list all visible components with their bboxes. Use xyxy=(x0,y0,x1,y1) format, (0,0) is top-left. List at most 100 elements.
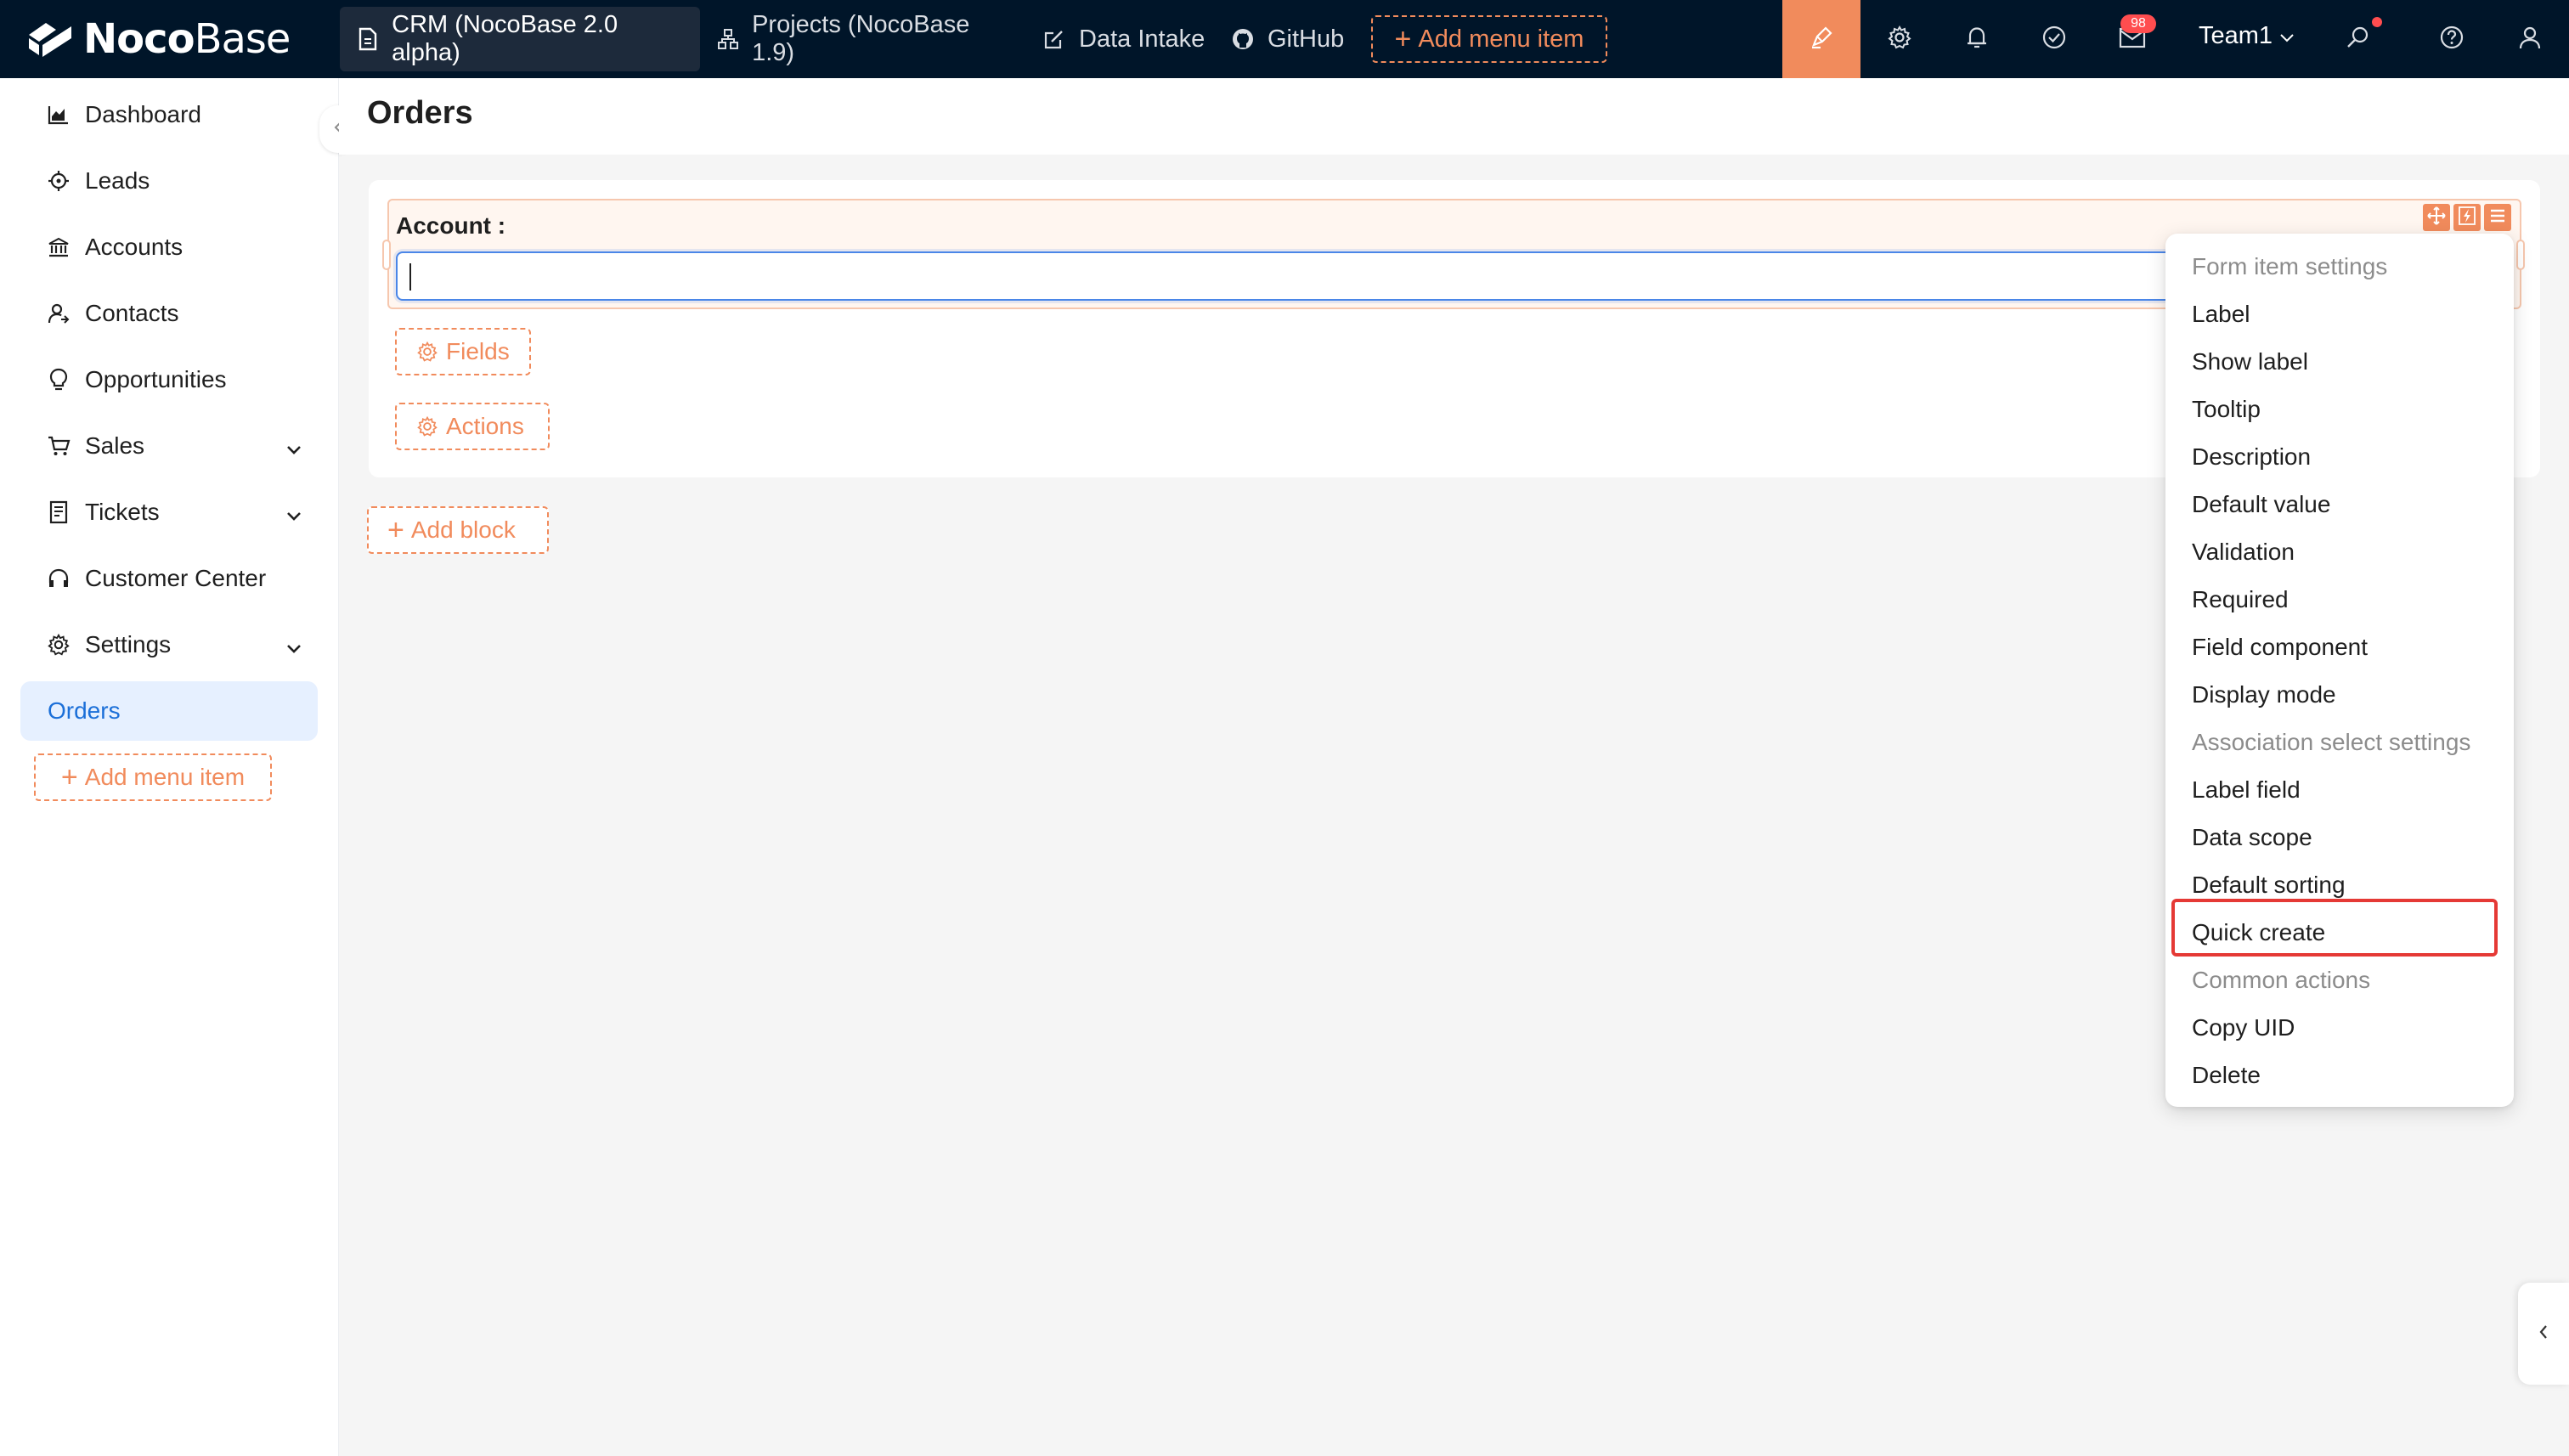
nocobase-logo-icon xyxy=(25,18,75,60)
nocobase-logo[interactable]: NocoBase xyxy=(25,15,291,63)
item-settings-button[interactable] xyxy=(2484,204,2511,231)
sidebar-item-settings[interactable]: Settings xyxy=(20,615,318,674)
plus-icon: + xyxy=(60,761,78,793)
menu-item-show-label[interactable]: Show label xyxy=(2192,345,2308,379)
actions-configure-button[interactable]: Actions xyxy=(395,403,550,450)
chevron-down-icon xyxy=(285,634,302,661)
edit-icon xyxy=(1042,26,1067,52)
linkage-rules-button[interactable] xyxy=(2453,204,2481,231)
sidebar-add-menu-item-label: Add menu item xyxy=(84,764,246,790)
topnav-item-label: Data Intake xyxy=(1079,25,1205,53)
menu-group-association-select-settings: Association select settings xyxy=(2192,729,2471,755)
form-field-label: Account : xyxy=(396,212,506,239)
drag-button[interactable] xyxy=(2423,204,2450,231)
menu-item-tooltip[interactable]: Tooltip xyxy=(2192,392,2261,426)
sidebar-item-label: Dashboard xyxy=(85,101,201,127)
floating-panel-toggle[interactable] xyxy=(2518,1283,2569,1385)
tasks-button[interactable] xyxy=(2034,19,2075,59)
sidebar-add-menu-item-button[interactable]: + Add menu item xyxy=(34,753,272,801)
sidebar-item-opportunities[interactable]: Opportunities xyxy=(20,350,318,409)
page-title: Orders xyxy=(367,95,473,131)
sidebar-item-label: Sales xyxy=(85,432,145,459)
chevron-down-icon xyxy=(285,501,302,528)
menu-item-delete[interactable]: Delete xyxy=(2192,1058,2261,1092)
gear-icon xyxy=(46,632,71,657)
brand-name-light: Base xyxy=(194,15,291,63)
menu-item-default-value[interactable]: Default value xyxy=(2192,488,2330,522)
brand-name-bold: Noco xyxy=(83,15,195,63)
aim-icon xyxy=(46,168,71,194)
search-icon xyxy=(2346,25,2371,54)
bell-icon xyxy=(1965,25,1989,54)
topnav-item-github[interactable]: GitHub xyxy=(1215,7,1361,71)
question-circle-icon xyxy=(2439,25,2465,54)
menu-item-validation[interactable]: Validation xyxy=(2192,535,2295,569)
headset-icon xyxy=(46,566,71,591)
user-menu-button[interactable] xyxy=(2510,19,2550,59)
actions-button-label: Actions xyxy=(446,413,524,439)
add-block-button[interactable]: + Add block xyxy=(367,506,549,554)
search-notification-dot xyxy=(2372,17,2382,27)
sidebar-item-accounts[interactable]: Accounts xyxy=(20,217,318,277)
menu-item-data-scope[interactable]: Data scope xyxy=(2192,821,2312,855)
topnav-item-projects[interactable]: Projects (NocoBase 1.9) xyxy=(700,7,1026,71)
user-icon xyxy=(2518,25,2542,54)
sidebar-item-label: Leads xyxy=(85,167,150,194)
add-block-label: Add block xyxy=(410,516,516,543)
menu-item-display-mode[interactable]: Display mode xyxy=(2192,678,2336,712)
notifications-button[interactable] xyxy=(1956,19,1997,59)
menu-item-default-sorting[interactable]: Default sorting xyxy=(2192,868,2346,902)
menu-item-label[interactable]: Label xyxy=(2192,297,2250,331)
sidebar-item-orders[interactable]: Orders xyxy=(20,681,318,741)
page-header xyxy=(339,78,2569,155)
sidebar-item-label: Contacts xyxy=(85,300,179,326)
topnav-item-label: GitHub xyxy=(1268,25,1345,53)
bank-icon xyxy=(46,234,71,260)
gear-icon xyxy=(415,415,439,438)
text-caret xyxy=(409,263,411,291)
team-switcher[interactable]: Team1 xyxy=(2199,22,2295,50)
topnav-item-data-intake[interactable]: Data Intake xyxy=(1026,7,1223,71)
topnav-add-menu-item-button[interactable]: + Add menu item xyxy=(1371,15,1607,63)
sidebar-item-label: Customer Center xyxy=(85,565,267,591)
plus-icon: + xyxy=(1394,23,1412,55)
lightning-icon xyxy=(2458,206,2476,230)
resize-handle-right[interactable] xyxy=(2516,240,2525,270)
topnav-item-label: Projects (NocoBase 1.9) xyxy=(752,11,970,66)
sidebar-item-tickets[interactable]: Tickets xyxy=(20,483,318,542)
menu-item-field-component[interactable]: Field component xyxy=(2192,630,2368,664)
check-circle-icon xyxy=(2041,25,2067,54)
help-button[interactable] xyxy=(2431,19,2472,59)
sidebar-item-label: Settings xyxy=(85,631,172,657)
menu-item-copy-uid[interactable]: Copy UID xyxy=(2192,1011,2295,1045)
fields-configure-button[interactable]: Fields xyxy=(395,328,531,375)
menu-icon xyxy=(2488,206,2507,229)
ui-editor-toggle-button[interactable] xyxy=(1782,0,1860,78)
topnav-add-menu-item-label: Add menu item xyxy=(1418,25,1584,53)
topnav-item-label: CRM (NocoBase 2.0 alpha) xyxy=(392,11,618,66)
ticket-icon xyxy=(46,499,71,525)
sidebar-item-customer-center[interactable]: Customer Center xyxy=(20,549,318,608)
sidebar-item-sales[interactable]: Sales xyxy=(20,416,318,476)
menu-item-required[interactable]: Required xyxy=(2192,583,2289,617)
drag-move-icon xyxy=(2426,206,2447,230)
sidebar-item-dashboard[interactable]: Dashboard xyxy=(20,85,318,144)
cart-icon xyxy=(46,433,71,459)
menu-item-label-field[interactable]: Label field xyxy=(2192,773,2301,807)
plus-icon: + xyxy=(387,514,404,546)
chevron-left-icon xyxy=(2538,1323,2549,1346)
form-item-toolbar xyxy=(2423,204,2511,231)
topnav-item-crm[interactable]: CRM (NocoBase 2.0 alpha) xyxy=(340,7,700,71)
sidebar-item-contacts[interactable]: Contacts xyxy=(20,284,318,343)
github-icon xyxy=(1230,26,1256,52)
chevron-down-icon xyxy=(285,435,302,462)
sidebar-item-label: Tickets xyxy=(85,499,160,525)
resize-handle-left[interactable] xyxy=(382,240,391,270)
plugin-settings-button[interactable] xyxy=(1879,19,1920,59)
team-name: Team1 xyxy=(2199,22,2273,49)
sidebar-item-label: Opportunities xyxy=(85,366,227,392)
menu-item-description[interactable]: Description xyxy=(2192,440,2311,474)
gear-icon xyxy=(1887,25,1912,54)
quick-create-highlight-box xyxy=(2171,899,2498,957)
sidebar-item-leads[interactable]: Leads xyxy=(20,151,318,211)
